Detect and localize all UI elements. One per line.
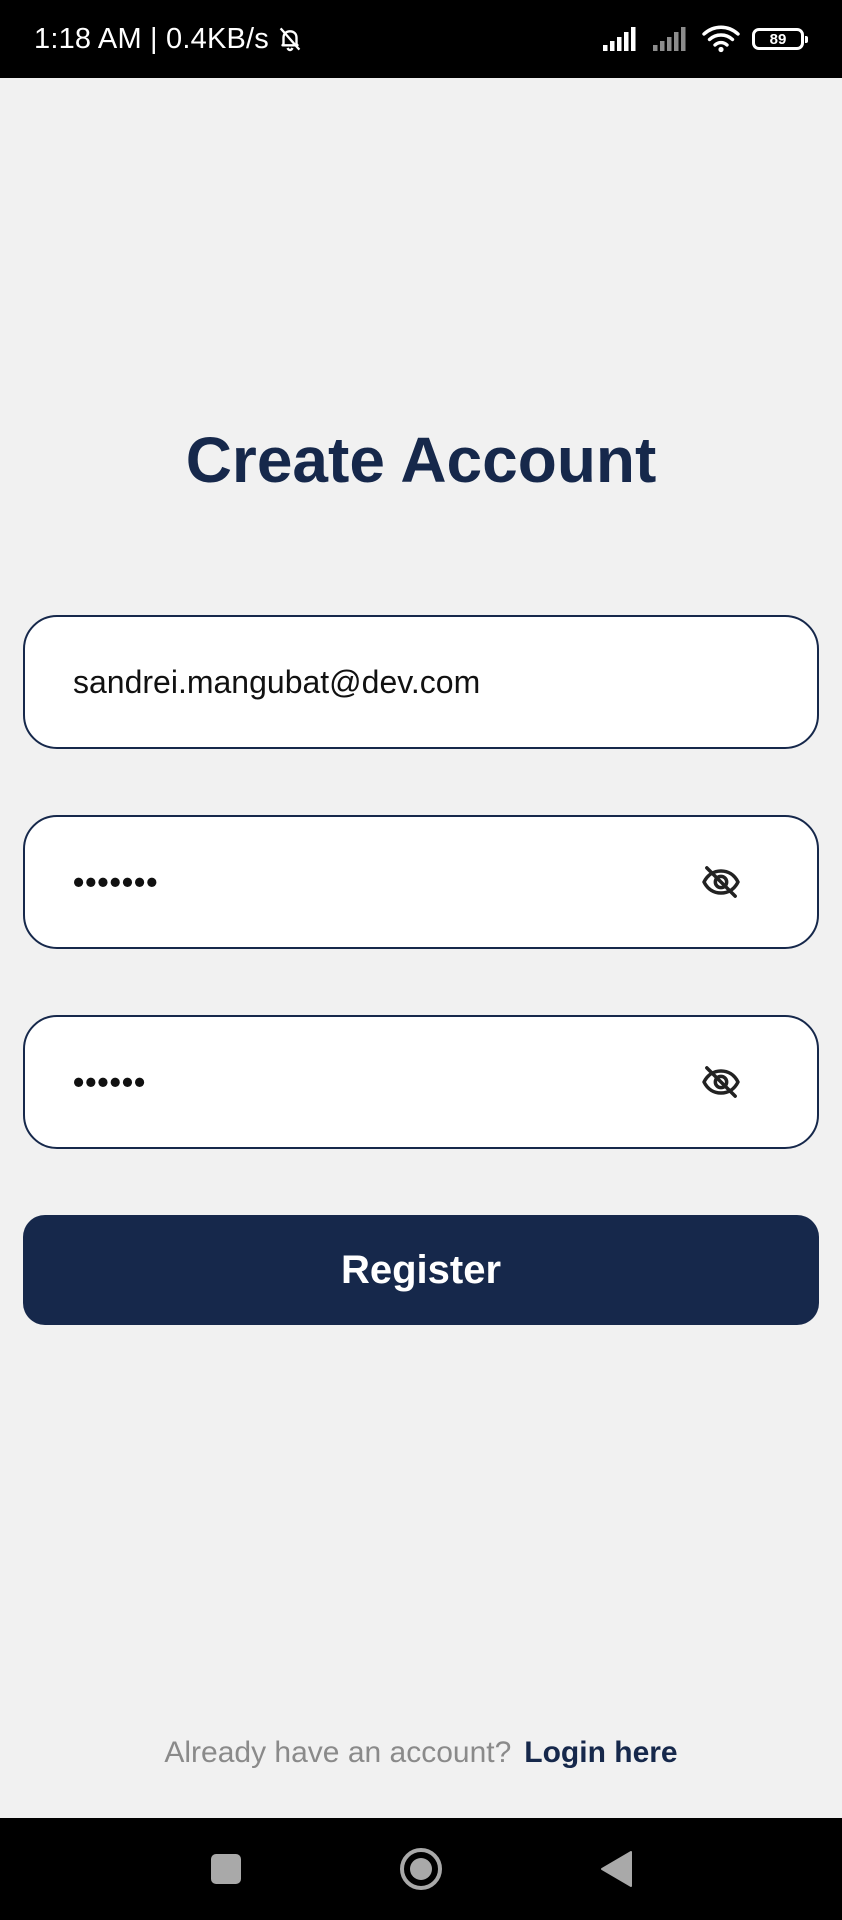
eye-off-icon[interactable] <box>701 862 741 902</box>
status-left: 1:18 AM | 0.4KB/s <box>34 0 305 78</box>
nav-bar <box>0 1818 842 1920</box>
eye-off-icon[interactable] <box>701 1062 741 1102</box>
status-time-speed: 1:18 AM | 0.4KB/s <box>34 22 270 55</box>
login-link[interactable]: Login here <box>524 1736 677 1770</box>
login-row: Already have an account? Login here <box>0 1736 842 1770</box>
confirm-password-field[interactable]: •••••• <box>23 1015 819 1149</box>
battery-level: 89 <box>769 30 787 48</box>
login-prompt: Already have an account? <box>164 1736 512 1769</box>
password-value: ••••••• <box>73 863 159 900</box>
password-field[interactable]: ••••••• <box>23 815 819 949</box>
signal-icon <box>603 27 636 51</box>
email-field[interactable]: sandrei.mangubat@dev.com <box>23 615 819 749</box>
battery-icon: 89 <box>752 28 808 50</box>
wifi-icon <box>702 25 740 53</box>
register-button[interactable]: Register <box>23 1215 819 1325</box>
status-right: 89 <box>602 0 808 78</box>
recents-icon[interactable] <box>210 1853 242 1885</box>
mute-bell-icon <box>279 27 301 52</box>
page-title: Create Account <box>185 424 657 496</box>
email-value: sandrei.mangubat@dev.com <box>73 663 481 700</box>
home-icon[interactable] <box>399 1847 443 1891</box>
signal-icon <box>653 27 686 51</box>
confirm-password-value: •••••• <box>73 1063 147 1100</box>
back-icon[interactable] <box>599 1850 633 1888</box>
status-bar: 1:18 AM | 0.4KB/s 89 <box>0 0 842 78</box>
